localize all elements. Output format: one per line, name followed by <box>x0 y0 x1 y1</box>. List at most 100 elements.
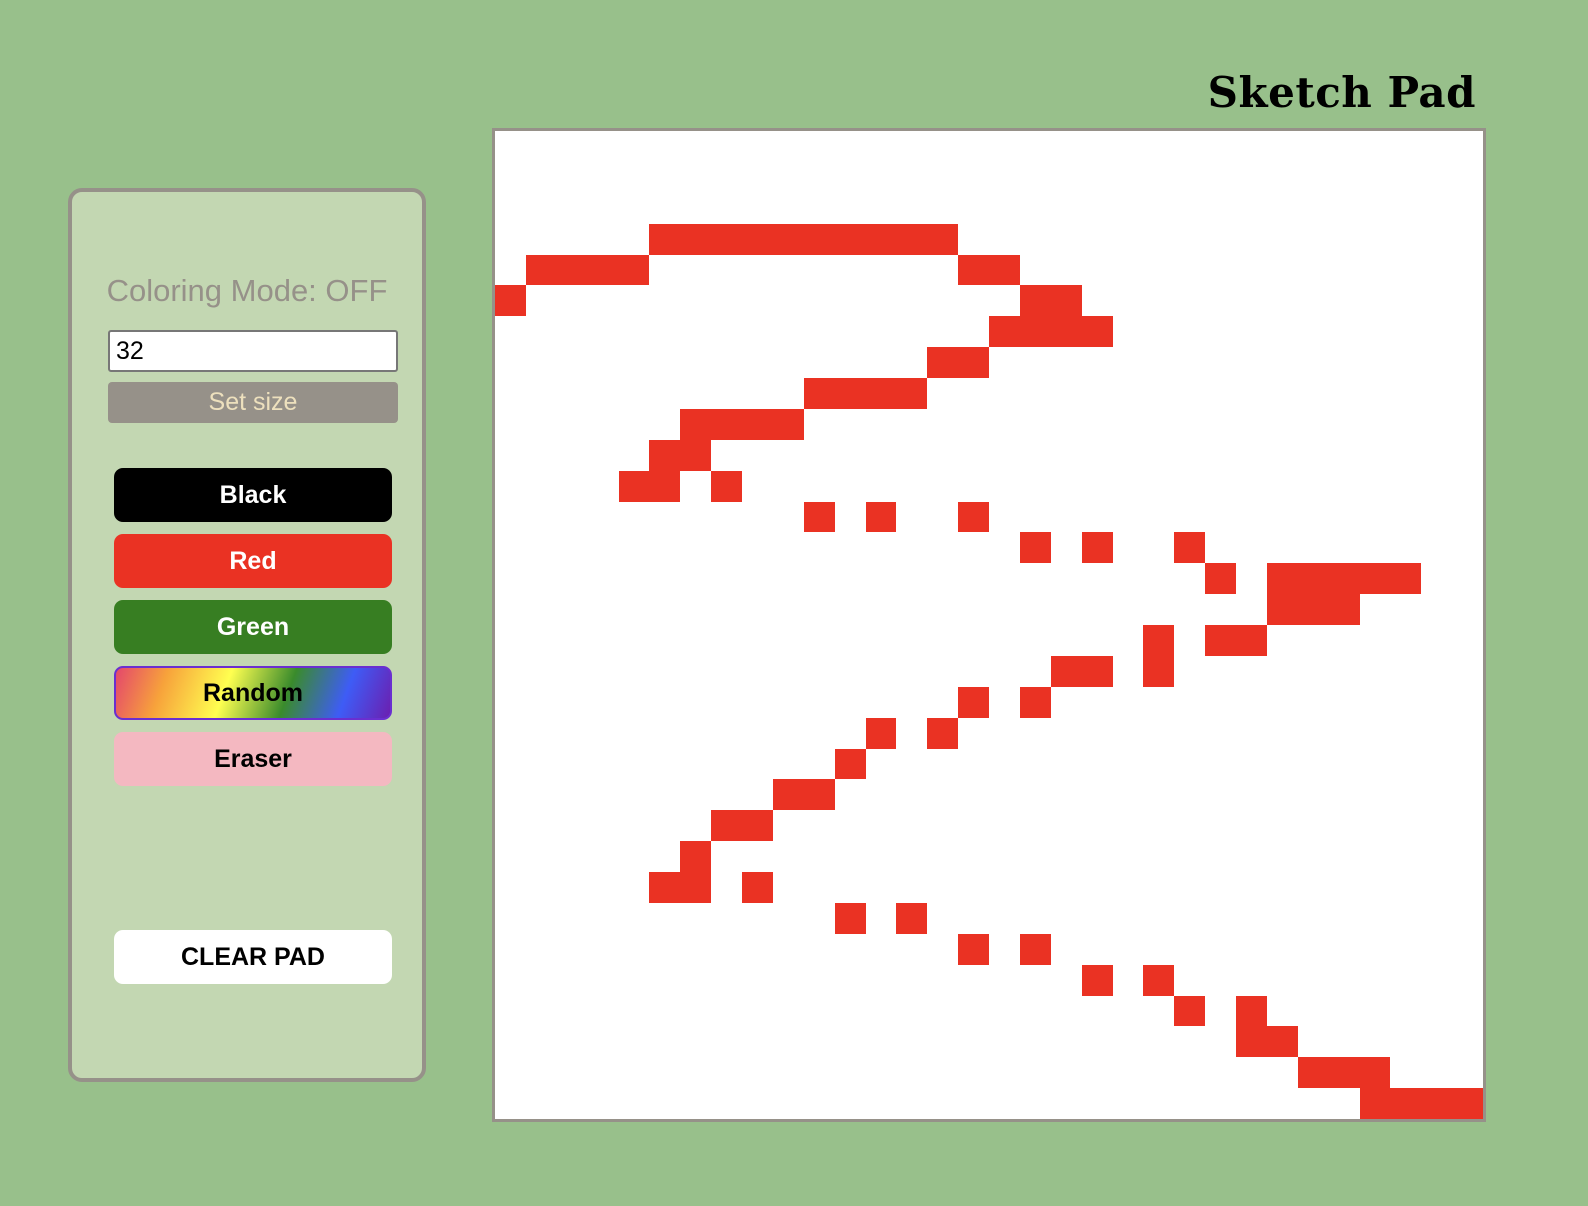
grid-cell[interactable] <box>958 347 989 378</box>
grid-cell[interactable] <box>958 933 989 965</box>
grid-cell[interactable] <box>495 285 526 317</box>
grid-cell[interactable] <box>1019 285 1051 317</box>
grid-cell[interactable] <box>927 223 959 255</box>
grid-cell[interactable] <box>1266 563 1298 595</box>
grid-cell[interactable] <box>649 439 681 471</box>
grid-cell[interactable] <box>958 686 989 718</box>
grid-cell[interactable] <box>618 470 650 502</box>
grid-cell[interactable] <box>896 902 928 934</box>
grid-cell[interactable] <box>680 872 712 903</box>
grid-cell[interactable] <box>680 223 712 255</box>
grid-cell[interactable] <box>896 378 928 409</box>
grid-cell[interactable] <box>1174 995 1206 1027</box>
grid-cell[interactable] <box>958 254 989 286</box>
grid-cell[interactable] <box>1297 1057 1329 1089</box>
grid-cell[interactable] <box>1359 1088 1391 1119</box>
grid-cell[interactable] <box>1266 594 1298 625</box>
grid-cell[interactable] <box>1081 964 1113 996</box>
grid-cell[interactable] <box>1390 1088 1422 1119</box>
grid-cell[interactable] <box>896 223 928 255</box>
grid-cell[interactable] <box>1143 625 1175 656</box>
grid-cell[interactable] <box>865 717 897 749</box>
sketch-grid[interactable] <box>495 131 1483 1119</box>
grid-cell[interactable] <box>742 872 773 903</box>
grid-cell[interactable] <box>1359 563 1391 595</box>
grid-cell[interactable] <box>1236 1026 1267 1058</box>
grid-cell[interactable] <box>742 223 773 255</box>
grid-cell[interactable] <box>834 748 866 780</box>
grid-cell[interactable] <box>772 223 804 255</box>
grid-cell[interactable] <box>1297 563 1329 595</box>
grid-cell[interactable] <box>1081 316 1113 348</box>
grid-cell[interactable] <box>1143 655 1175 687</box>
grid-cell[interactable] <box>772 779 804 811</box>
grid-cell[interactable] <box>1205 563 1236 595</box>
grid-size-input[interactable] <box>108 330 398 372</box>
grid-cell[interactable] <box>1050 285 1082 317</box>
grid-cell[interactable] <box>865 223 897 255</box>
grid-cell[interactable] <box>1019 532 1051 564</box>
red-color-button[interactable]: Red <box>114 534 392 588</box>
grid-cell[interactable] <box>711 408 742 440</box>
sketch-pad[interactable] <box>492 128 1486 1122</box>
grid-cell[interactable] <box>711 470 742 502</box>
grid-cell[interactable] <box>680 408 712 440</box>
grid-cell[interactable] <box>927 717 959 749</box>
grid-cell[interactable] <box>1452 1088 1483 1119</box>
grid-cell[interactable] <box>1174 532 1206 564</box>
grid-cell[interactable] <box>1081 532 1113 564</box>
grid-cell[interactable] <box>803 223 835 255</box>
grid-cell[interactable] <box>1421 1088 1453 1119</box>
grid-cell[interactable] <box>958 501 989 533</box>
grid-cell[interactable] <box>1236 625 1267 656</box>
grid-cell[interactable] <box>680 841 712 872</box>
random-color-button[interactable]: Random <box>114 666 392 720</box>
grid-cell[interactable] <box>1328 594 1360 625</box>
black-color-button[interactable]: Black <box>114 468 392 522</box>
grid-cell[interactable] <box>525 254 557 286</box>
grid-cell[interactable] <box>1266 1026 1298 1058</box>
grid-cell[interactable] <box>711 223 742 255</box>
grid-cell[interactable] <box>649 223 681 255</box>
grid-cell[interactable] <box>834 902 866 934</box>
grid-cell[interactable] <box>1328 1057 1360 1089</box>
grid-cell[interactable] <box>1019 316 1051 348</box>
grid-cell[interactable] <box>865 378 897 409</box>
grid-cell[interactable] <box>1236 995 1267 1027</box>
grid-cell[interactable] <box>989 254 1020 286</box>
grid-cell[interactable] <box>989 316 1020 348</box>
set-size-button[interactable]: Set size <box>108 382 398 423</box>
grid-cell[interactable] <box>772 408 804 440</box>
grid-cell[interactable] <box>1359 1057 1391 1089</box>
green-color-button[interactable]: Green <box>114 600 392 654</box>
grid-cell[interactable] <box>803 779 835 811</box>
grid-cell[interactable] <box>742 408 773 440</box>
grid-cell[interactable] <box>618 254 650 286</box>
grid-cell[interactable] <box>1205 625 1236 656</box>
grid-cell[interactable] <box>1050 316 1082 348</box>
grid-cell[interactable] <box>1390 563 1422 595</box>
grid-cell[interactable] <box>649 872 681 903</box>
grid-cell[interactable] <box>680 439 712 471</box>
grid-cell[interactable] <box>649 470 681 502</box>
grid-cell[interactable] <box>742 810 773 842</box>
grid-cell[interactable] <box>865 501 897 533</box>
grid-cell[interactable] <box>834 378 866 409</box>
grid-cell[interactable] <box>556 254 588 286</box>
grid-cell[interactable] <box>927 347 959 378</box>
clear-pad-button[interactable]: CLEAR PAD <box>114 930 392 984</box>
grid-cell[interactable] <box>834 223 866 255</box>
grid-cell[interactable] <box>1019 686 1051 718</box>
grid-cell[interactable] <box>1019 933 1051 965</box>
eraser-button[interactable]: Eraser <box>114 732 392 786</box>
grid-cell[interactable] <box>711 810 742 842</box>
grid-cell[interactable] <box>587 254 619 286</box>
grid-cell[interactable] <box>1143 964 1175 996</box>
grid-cell[interactable] <box>1081 655 1113 687</box>
grid-cell[interactable] <box>803 501 835 533</box>
grid-cell[interactable] <box>1297 594 1329 625</box>
grid-cell[interactable] <box>1328 563 1360 595</box>
control-panel: Coloring Mode: OFF Set size Black Red Gr… <box>68 188 426 1082</box>
grid-cell[interactable] <box>1050 655 1082 687</box>
grid-cell[interactable] <box>803 378 835 409</box>
